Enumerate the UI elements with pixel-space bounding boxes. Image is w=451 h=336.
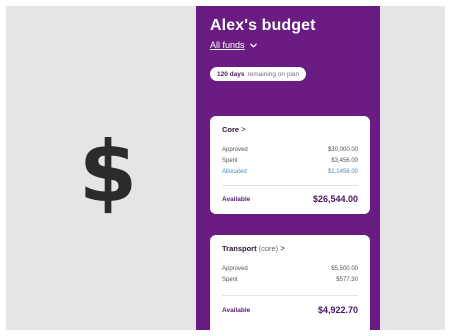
available-label: Available bbox=[222, 306, 251, 314]
card-divider bbox=[222, 295, 358, 296]
days-remaining-suffix: remaining on plan bbox=[247, 70, 300, 78]
available-row: Available $4,922.70 bbox=[222, 304, 358, 316]
spent-value: $577.30 bbox=[336, 277, 358, 283]
available-label: Available bbox=[222, 195, 251, 203]
spent-row: Spent $3,456.00 bbox=[222, 156, 358, 166]
dollar-sign-icon: $ bbox=[78, 123, 138, 221]
card-header[interactable]: Core > bbox=[222, 125, 246, 134]
available-value: $26,544.00 bbox=[312, 194, 358, 204]
approved-value: $30,000.00 bbox=[327, 147, 358, 153]
card-header[interactable]: Transport (core) > bbox=[222, 244, 285, 253]
chevron-right-icon: > bbox=[241, 125, 246, 134]
screenshot-canvas: $ Alex's budget All funds 120 days remai… bbox=[6, 6, 445, 330]
budget-card-transport[interactable]: Transport (core) > Approved $5,500.00 Sp… bbox=[210, 235, 370, 330]
spent-row: Spent $577.30 bbox=[222, 275, 358, 285]
chevron-down-icon bbox=[249, 43, 257, 47]
spent-label: Spent bbox=[222, 158, 238, 164]
approved-row: Approved $30,000.00 bbox=[222, 145, 358, 155]
approved-label: Approved bbox=[222, 266, 248, 272]
card-title: Core bbox=[222, 125, 240, 134]
card-title: Transport bbox=[222, 244, 257, 253]
allocated-row: Allocated $1,1456.00 bbox=[222, 167, 358, 177]
approved-label: Approved bbox=[222, 147, 248, 153]
allocated-value: $1,1456.00 bbox=[327, 169, 358, 175]
funds-dropdown-label: All funds bbox=[210, 40, 245, 50]
available-row: Available $26,544.00 bbox=[222, 193, 358, 205]
approved-row: Approved $5,500.00 bbox=[222, 264, 358, 274]
days-remaining-badge: 120 days remaining on plan bbox=[210, 67, 307, 81]
card-divider bbox=[222, 185, 358, 186]
allocated-label: Allocated bbox=[222, 169, 247, 175]
page-title: Alex's budget bbox=[210, 17, 316, 34]
spent-value: $3,456.00 bbox=[331, 158, 358, 164]
budget-card-core[interactable]: Core > Approved $30,000.00 Spent $3,456.… bbox=[210, 116, 370, 214]
funds-dropdown[interactable]: All funds bbox=[210, 40, 258, 50]
spent-label: Spent bbox=[222, 277, 238, 283]
approved-value: $5,500.00 bbox=[331, 266, 358, 272]
budget-app-screen: Alex's budget All funds 120 days remaini… bbox=[196, 6, 380, 330]
card-subtitle: (core) bbox=[258, 244, 279, 253]
days-remaining-value: 120 days bbox=[217, 70, 245, 78]
available-value: $4,922.70 bbox=[317, 305, 358, 315]
chevron-right-icon: > bbox=[280, 244, 285, 253]
